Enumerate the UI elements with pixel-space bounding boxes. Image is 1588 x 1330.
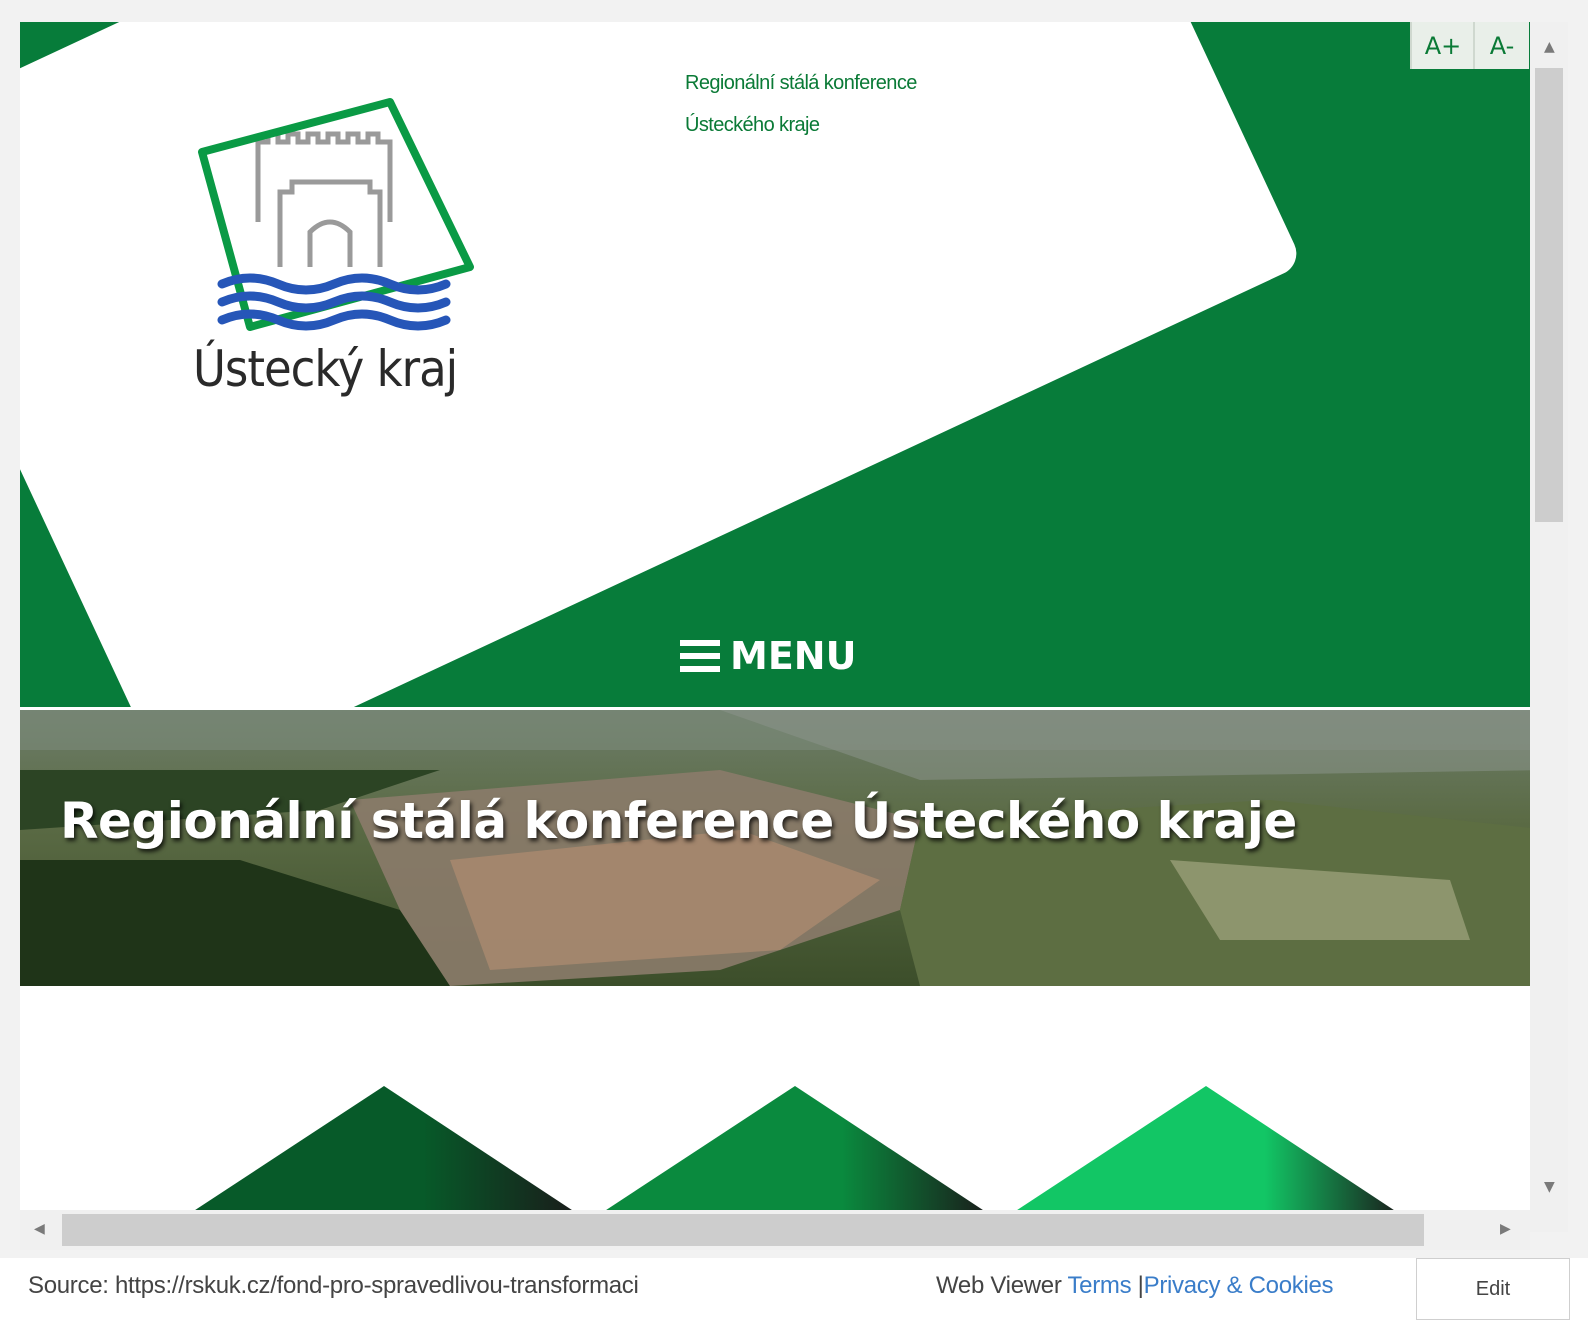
category-tile-1[interactable]	[186, 1086, 581, 1216]
source-url: Source: https://rskuk.cz/fond-pro-sprave…	[28, 1272, 639, 1299]
horizontal-scrollbar-thumb[interactable]	[62, 1214, 1424, 1246]
hamburger-icon	[680, 640, 720, 672]
scroll-left-arrow-icon[interactable]: ◀	[34, 1222, 45, 1236]
edit-button[interactable]: Edit	[1416, 1258, 1570, 1320]
hero-title: Regionální stálá konference Ústeckého kr…	[60, 792, 1297, 850]
category-tiles	[20, 986, 1550, 1232]
viewer-footer: Source: https://rskuk.cz/fond-pro-sprave…	[0, 1258, 1588, 1330]
menu-label: MENU	[730, 634, 857, 678]
logo-wordmark: Ústecký kraj	[193, 340, 458, 398]
font-size-increase-button[interactable]: A+	[1410, 22, 1474, 69]
conference-name-line2: Ústeckého kraje	[685, 114, 820, 136]
vertical-scrollbar-thumb[interactable]	[1535, 68, 1563, 522]
conference-name-line1: Regionální stálá konference	[685, 72, 917, 94]
category-tile-2[interactable]	[597, 1086, 992, 1216]
menu-button[interactable]: MENU	[680, 634, 856, 678]
web-viewer-label: Web Viewer	[936, 1272, 1062, 1299]
font-size-decrease-button[interactable]: A-	[1473, 22, 1529, 69]
terms-link[interactable]: Terms	[1067, 1272, 1131, 1299]
web-viewer-links: Web Viewer Terms |Privacy & Cookies	[936, 1272, 1334, 1300]
scroll-right-arrow-icon[interactable]: ▶	[1500, 1222, 1511, 1236]
scroll-up-arrow-icon[interactable]: ▲	[1544, 40, 1555, 54]
hero-banner: Regionální stálá konference Ústeckého kr…	[20, 710, 1550, 986]
site-header: Ústecký kraj Regionální stálá konference…	[20, 22, 1550, 710]
page-viewport: Ústecký kraj Regionální stálá konference…	[20, 22, 1550, 1232]
category-tile-3[interactable]	[1008, 1086, 1403, 1216]
privacy-cookies-link[interactable]: Privacy & Cookies	[1144, 1272, 1334, 1299]
scroll-down-arrow-icon[interactable]: ▼	[1544, 1180, 1555, 1194]
